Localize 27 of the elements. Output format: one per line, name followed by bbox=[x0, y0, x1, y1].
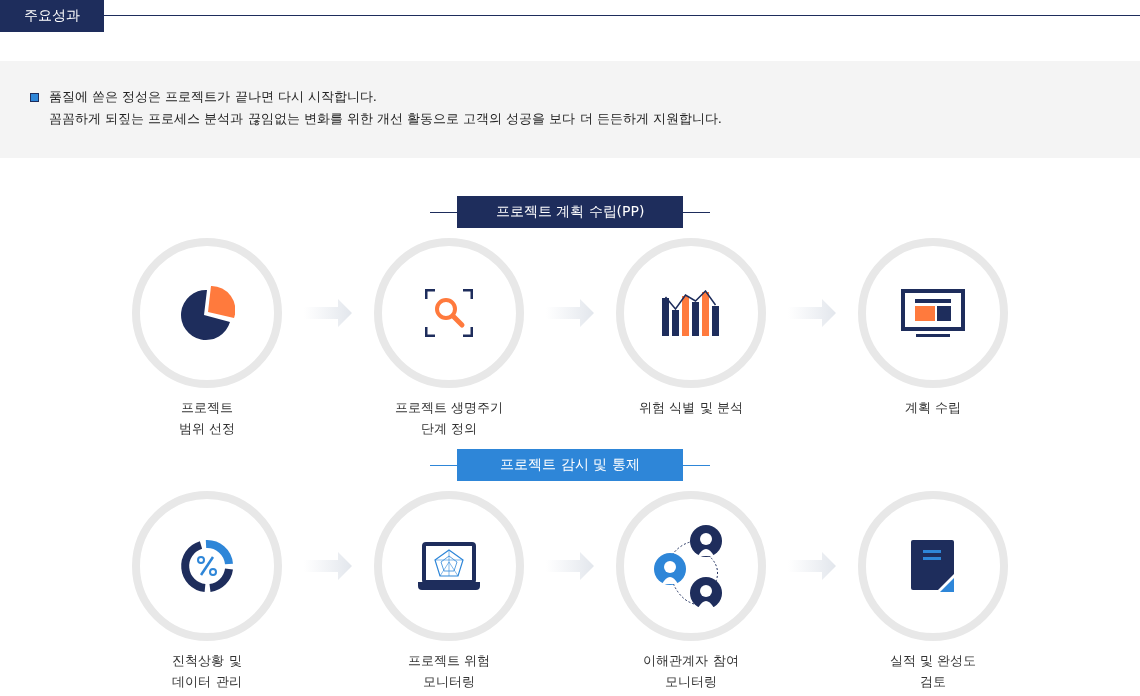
stage-heading: 프로젝트 감시 및 통제 bbox=[457, 449, 683, 481]
stage-heading: 프로젝트 계획 수립(PP) bbox=[457, 196, 683, 228]
step-label: 진척상황 및 bbox=[172, 652, 242, 670]
percent-donut-icon bbox=[179, 538, 235, 594]
step-label: 계획 수립 bbox=[904, 399, 962, 417]
step-label: 검토 bbox=[920, 673, 946, 691]
search-icon bbox=[425, 289, 473, 337]
pie-chart-icon bbox=[179, 286, 235, 340]
intro-text: 꼼꼼하게 되짚는 프로세스 분석과 끊임없는 변화를 위한 개선 활동으로 고객의 성공을 보다 더 든든하게 지원합니다. bbox=[49, 110, 722, 128]
step-label: 데이터 관리 bbox=[172, 673, 242, 691]
step-label: 단계 정의 bbox=[420, 420, 478, 438]
step-label: 프로젝트 위험 bbox=[407, 652, 491, 670]
step-label: 프로젝트 생명주기 bbox=[394, 399, 504, 417]
intro-text: 품질에 쏟은 정성은 프로젝트가 끝나면 다시 시작합니다. bbox=[49, 88, 378, 106]
step-label: 이해관계자 참여 bbox=[643, 652, 739, 670]
section-title: 주요성과 bbox=[0, 0, 104, 32]
bullet-icon bbox=[30, 93, 39, 102]
step-label: 모니터링 bbox=[423, 673, 475, 691]
bar-chart-icon bbox=[662, 290, 720, 336]
document-icon bbox=[911, 540, 955, 592]
step-label: 프로젝트 bbox=[181, 399, 233, 417]
step-label: 실적 및 완성도 bbox=[889, 652, 977, 670]
step-label: 범위 선정 bbox=[178, 420, 236, 438]
step-label: 위험 식별 및 분석 bbox=[639, 399, 743, 417]
step-label: 모니터링 bbox=[665, 673, 717, 691]
laptop-icon bbox=[418, 542, 480, 590]
monitor-icon bbox=[901, 289, 965, 337]
